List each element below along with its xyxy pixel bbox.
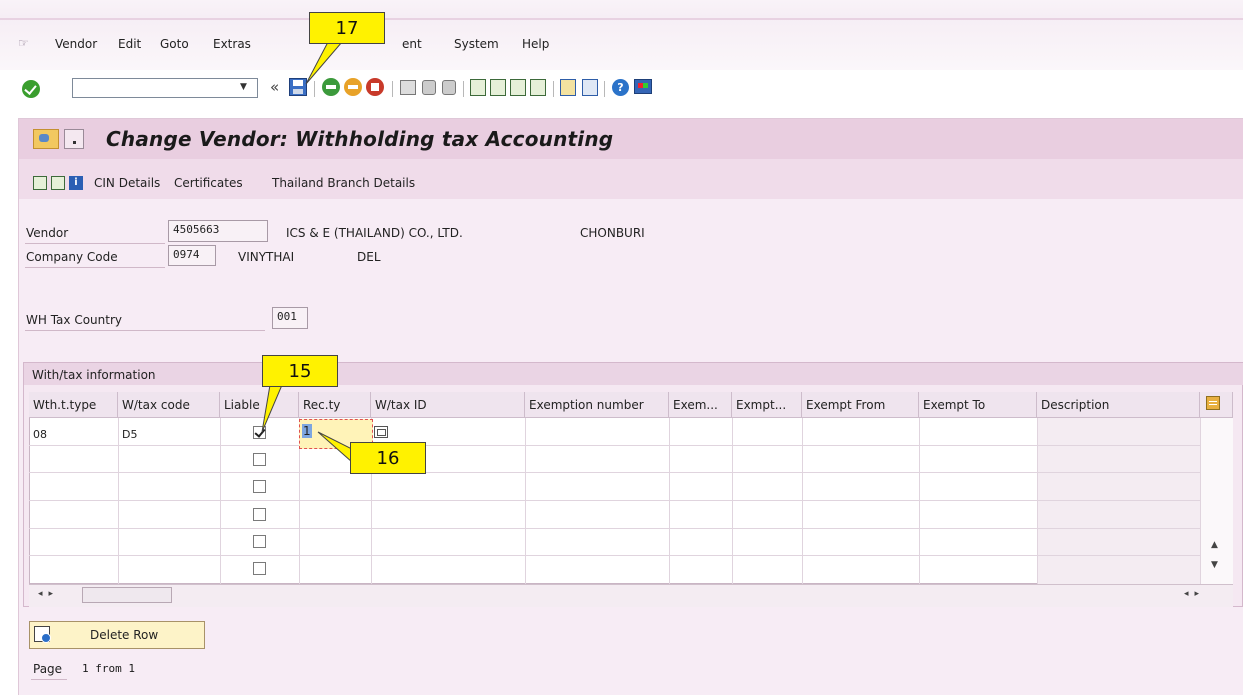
callout-16-pointer — [317, 431, 353, 464]
callout-17-pointer — [305, 41, 344, 85]
callout-15-pointer — [261, 384, 283, 433]
callout-17: 17 — [309, 12, 385, 44]
callout-15: 15 — [262, 355, 338, 387]
callout-16: 16 — [350, 442, 426, 474]
callout-pointers — [261, 41, 353, 464]
